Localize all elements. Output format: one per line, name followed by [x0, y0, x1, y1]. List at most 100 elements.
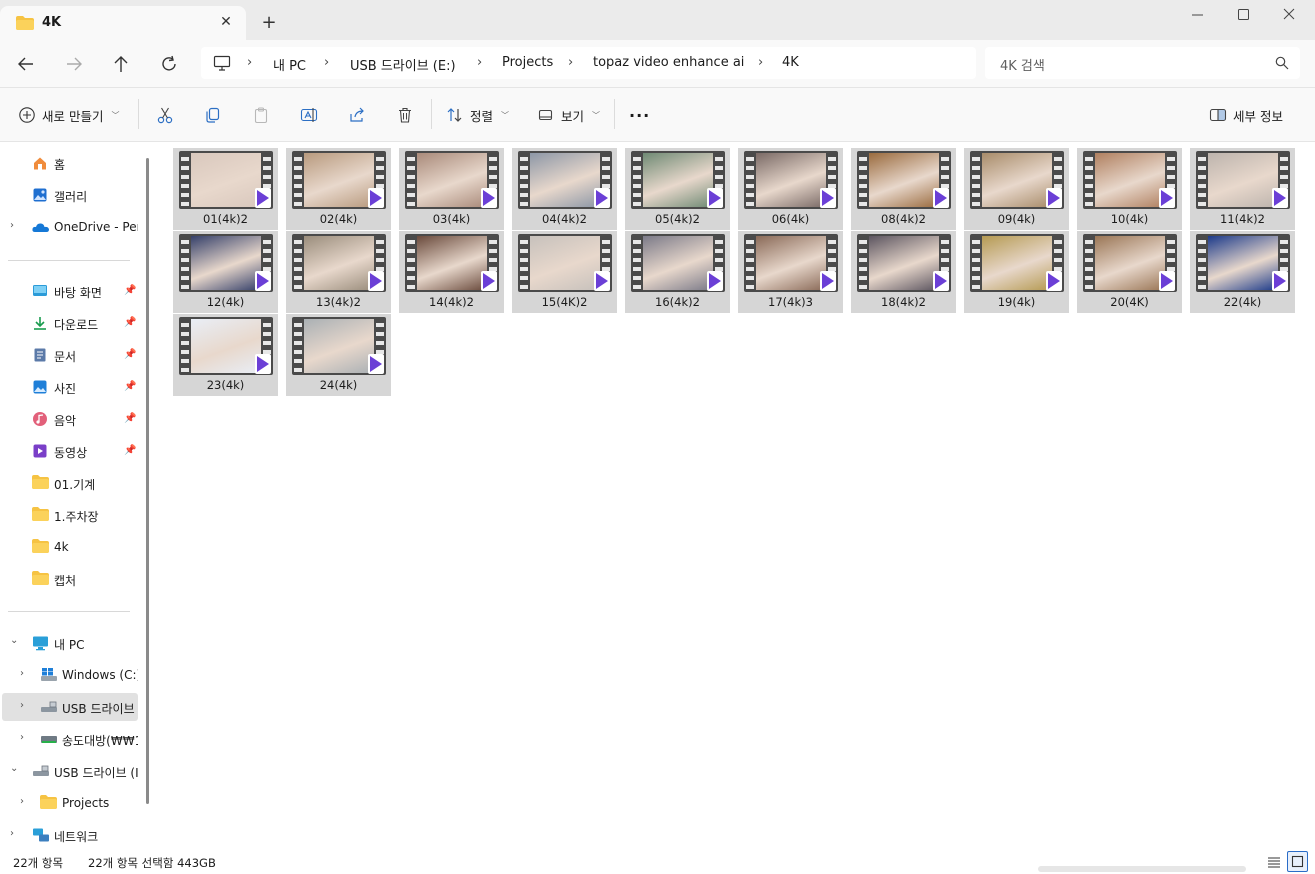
details-pane-button[interactable]: 세부 정보 — [1209, 104, 1283, 126]
sidebar-scrollbar[interactable] — [146, 158, 149, 804]
breadcrumb[interactable]: › 내 PC › USB 드라이브 (E:) › Projects › topa… — [201, 47, 976, 79]
close-window-icon[interactable] — [1277, 6, 1301, 24]
video-file-item[interactable]: 01(4k)2 — [173, 148, 278, 230]
details-view-icon[interactable] — [1266, 854, 1282, 873]
video-file-item[interactable]: 17(4k)3 — [738, 231, 843, 313]
download-icon — [32, 315, 48, 334]
video-file-item[interactable]: 18(4k)2 — [851, 231, 956, 313]
breadcrumb-item[interactable]: 내 PC — [273, 55, 306, 74]
breadcrumb-item[interactable]: USB 드라이브 (E:) — [350, 55, 456, 74]
sidebar-item-network-drive[interactable]: › 송도대방(₩₩1 — [0, 725, 138, 753]
breadcrumb-item[interactable]: Projects — [502, 55, 553, 70]
chevron-right-icon[interactable]: › — [20, 732, 24, 743]
video-file-item[interactable]: 09(4k) — [964, 148, 1069, 230]
chevron-right-icon[interactable]: › — [758, 55, 763, 70]
sidebar-item-folder[interactable]: 01.기계 — [0, 469, 138, 497]
back-arrow-icon[interactable] — [13, 52, 39, 76]
sidebar-item-usb-drive[interactable]: ⌄ USB 드라이브 (I — [0, 757, 138, 785]
file-name: 11(4k)2 — [1220, 212, 1265, 226]
search-placeholder: 4K 검색 — [1000, 59, 1045, 74]
search-input[interactable]: 4K 검색 — [985, 47, 1300, 79]
more-options-icon[interactable]: ··· — [629, 104, 650, 126]
monitor-icon[interactable] — [213, 55, 231, 74]
large-icons-view-icon[interactable] — [1287, 851, 1308, 872]
sidebar-item-gallery[interactable]: 갤러리 — [0, 181, 138, 209]
sidebar-item-pictures[interactable]: 사진 📌 — [0, 373, 138, 401]
maximize-icon[interactable] — [1231, 6, 1255, 24]
close-tab-icon[interactable]: ✕ — [216, 12, 236, 32]
navigation-pane[interactable]: 홈 갤러리 › OneDrive - Pers 바탕 화면 📌 다운로드 📌 문… — [0, 142, 153, 850]
chevron-right-icon[interactable]: › — [568, 55, 573, 70]
sidebar-item-onedrive[interactable]: › OneDrive - Pers — [0, 213, 138, 241]
video-file-item[interactable]: 10(4k) — [1077, 148, 1182, 230]
video-file-item[interactable]: 14(4k)2 — [399, 231, 504, 313]
chevron-right-icon[interactable]: › — [10, 220, 14, 231]
chevron-down-icon[interactable]: ⌄ — [10, 763, 18, 774]
view-button[interactable]: 보기 ﹀ — [537, 104, 600, 126]
chevron-right-icon[interactable]: › — [20, 796, 24, 807]
video-file-item[interactable]: 02(4k) — [286, 148, 391, 230]
sidebar-item-desktop[interactable]: 바탕 화면 📌 — [0, 277, 138, 305]
forward-arrow-icon[interactable] — [61, 52, 87, 76]
video-file-item[interactable]: 19(4k) — [964, 231, 1069, 313]
sidebar-item-downloads[interactable]: 다운로드 📌 — [0, 309, 138, 337]
copy-icon[interactable] — [204, 104, 222, 126]
video-file-item[interactable]: 12(4k) — [173, 231, 278, 313]
chevron-down-icon[interactable]: ⌄ — [10, 635, 18, 646]
up-arrow-icon[interactable] — [108, 52, 134, 76]
video-file-item[interactable]: 20(4K) — [1077, 231, 1182, 313]
file-grid[interactable]: 01(4k)2 02(4k) 03(4k) 04(4k)2 05(4k)2 06(4k) 0… — [158, 142, 1315, 850]
new-button[interactable]: 새로 만들기 ﹀ — [18, 104, 119, 126]
sidebar-item-folder[interactable]: 4k — [0, 533, 138, 561]
chevron-right-icon[interactable]: › — [20, 700, 24, 711]
video-file-item[interactable]: 15(4K)2 — [512, 231, 617, 313]
sidebar-item-label: 01.기계 — [54, 478, 96, 492]
video-file-item[interactable]: 03(4k) — [399, 148, 504, 230]
chevron-right-icon[interactable]: › — [20, 668, 24, 679]
sidebar-item-label: 네트워크 — [54, 830, 99, 844]
video-file-item[interactable]: 04(4k)2 — [512, 148, 617, 230]
chevron-right-icon[interactable]: › — [10, 828, 14, 839]
sidebar-item-videos[interactable]: 동영상 📌 — [0, 437, 138, 465]
video-file-item[interactable]: 13(4k)2 — [286, 231, 391, 313]
delete-icon[interactable] — [396, 104, 414, 126]
sidebar-item-projects[interactable]: › Projects — [0, 789, 138, 817]
breadcrumb-item[interactable]: topaz video enhance ai — [593, 55, 744, 70]
share-icon[interactable] — [348, 104, 366, 126]
video-file-item[interactable]: 06(4k) — [738, 148, 843, 230]
refresh-icon[interactable] — [157, 52, 183, 76]
tab-4k[interactable]: 4K ✕ — [0, 6, 246, 40]
sidebar-item-drive-c[interactable]: › Windows (C:) — [0, 661, 138, 689]
chevron-right-icon[interactable]: › — [477, 55, 482, 70]
search-icon[interactable] — [1275, 56, 1289, 73]
chevron-right-icon[interactable]: › — [324, 55, 329, 70]
sidebar-item-folder[interactable]: 캡처 — [0, 565, 138, 593]
sidebar-item-folder[interactable]: 1.주차장 — [0, 501, 138, 529]
sidebar-item-music[interactable]: 음악 📌 — [0, 405, 138, 433]
sidebar-item-network[interactable]: › 네트워크 — [0, 821, 138, 849]
video-file-item[interactable]: 11(4k)2 — [1190, 148, 1295, 230]
video-file-item[interactable]: 16(4k)2 — [625, 231, 730, 313]
paste-icon[interactable] — [252, 104, 270, 126]
sidebar-item-label: 바탕 화면 — [54, 286, 102, 300]
sort-button[interactable]: 정렬 ﹀ — [446, 104, 509, 126]
cut-icon[interactable] — [156, 104, 174, 126]
film-strip-decoration — [746, 237, 754, 289]
horizontal-scrollbar[interactable] — [1038, 866, 1246, 872]
video-file-item[interactable]: 22(4k) — [1190, 231, 1295, 313]
breadcrumb-item[interactable]: 4K — [782, 55, 799, 70]
rename-icon[interactable] — [300, 104, 318, 126]
new-tab-button[interactable]: + — [258, 12, 280, 34]
sidebar-item-usb-drive-e[interactable]: › USB 드라이브 — [2, 693, 138, 721]
video-file-item[interactable]: 23(4k) — [173, 314, 278, 396]
sidebar-item-home[interactable]: 홈 — [0, 149, 138, 177]
minimize-icon[interactable] — [1186, 6, 1210, 24]
video-file-item[interactable]: 24(4k) — [286, 314, 391, 396]
tab-title: 4K — [42, 15, 62, 30]
chevron-right-icon[interactable]: › — [247, 55, 252, 70]
sidebar-item-this-pc[interactable]: ⌄ 내 PC — [0, 629, 138, 657]
video-file-item[interactable]: 05(4k)2 — [625, 148, 730, 230]
video-file-item[interactable]: 08(4k)2 — [851, 148, 956, 230]
sidebar-item-documents[interactable]: 문서 📌 — [0, 341, 138, 369]
chevron-down-icon: ﹀ — [592, 110, 601, 120]
